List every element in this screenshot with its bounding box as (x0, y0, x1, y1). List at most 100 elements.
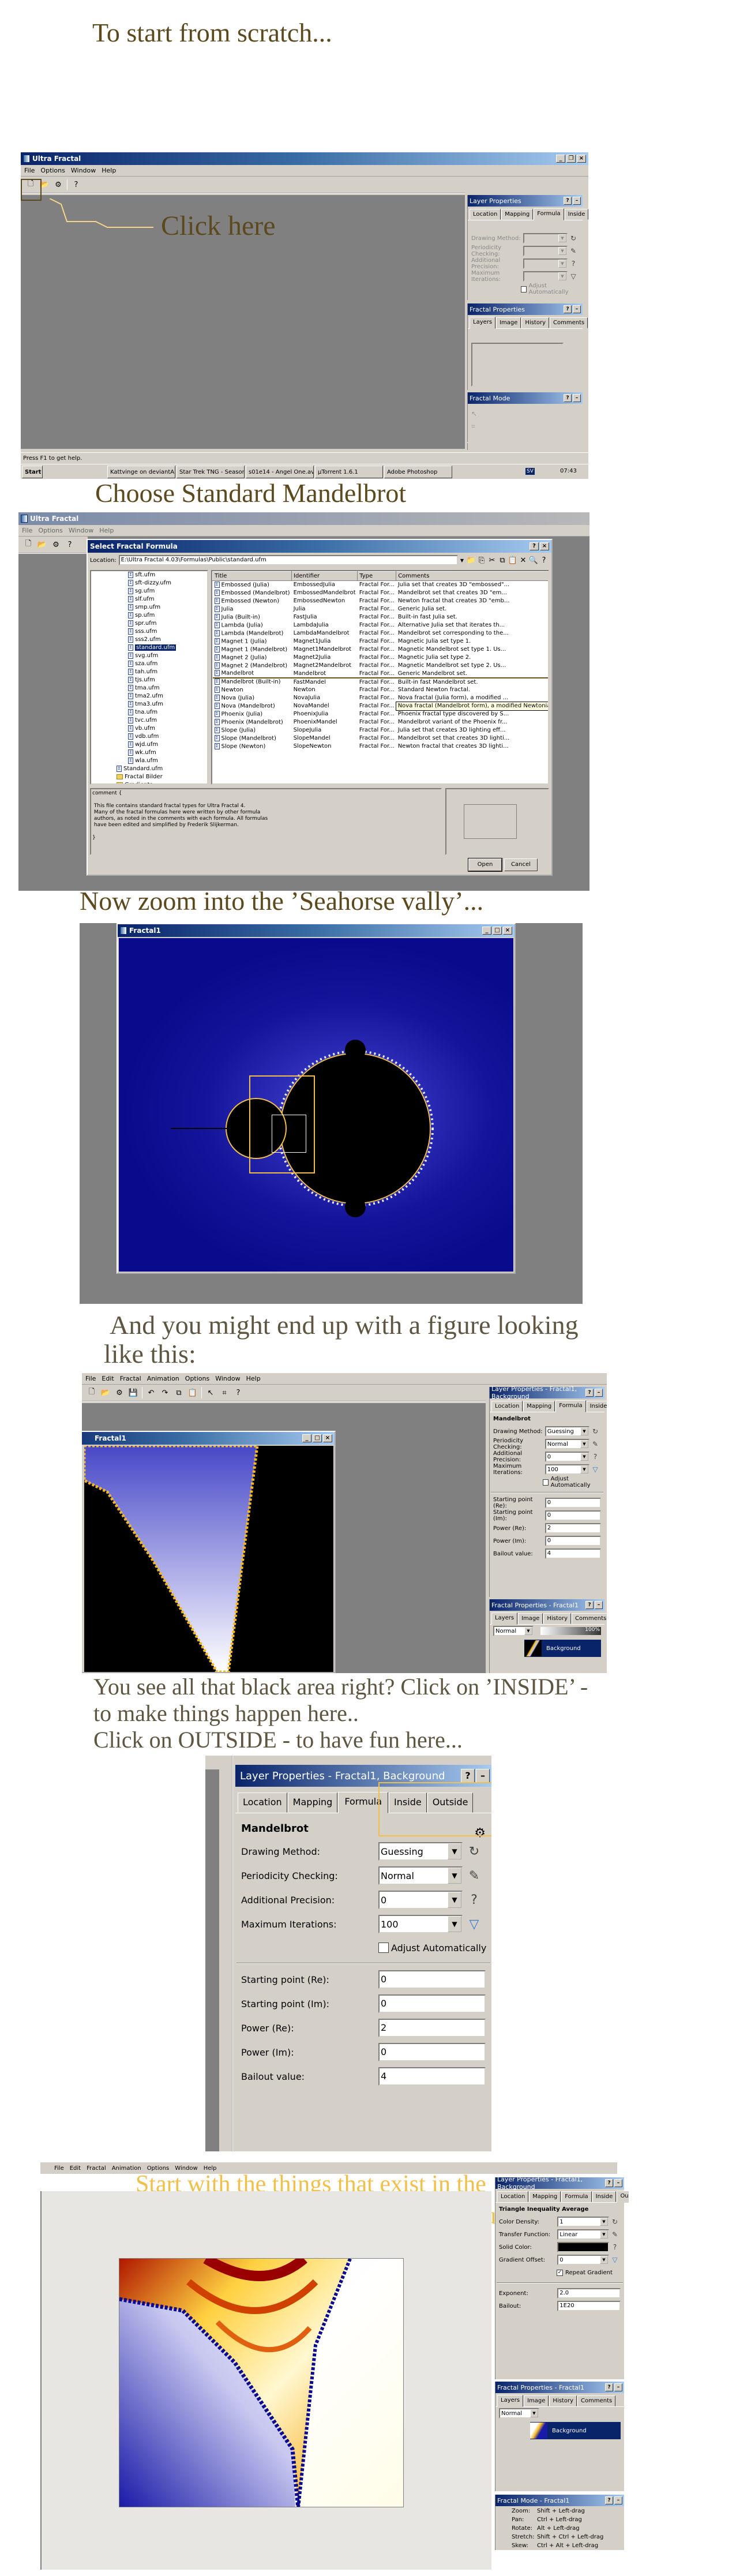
formula-row[interactable]: Σ Mandelbrot Mandelbrot Fractal For... Gener… (212, 670, 548, 678)
field-input[interactable]: 0 (378, 1994, 486, 2013)
formula-row[interactable]: Σ Nova (Julia) NovaJulia Fractal For... Nova… (213, 694, 549, 702)
tree-file-item[interactable]: Σsmp.ufm (128, 603, 207, 612)
field-select[interactable]: Normal ▼ (545, 1439, 589, 1449)
field-select[interactable]: 0 ▼ (545, 1452, 589, 1462)
help-icon[interactable]: ? (71, 179, 81, 190)
menu-window[interactable]: Window (71, 167, 96, 174)
formula-row[interactable]: Σ Magnet 2 (Mandelbrot) Magnet2Mandelbrot F… (213, 662, 549, 670)
field-select[interactable]: 100 ▼ (545, 1464, 589, 1475)
panel-minimize-button[interactable]: – (573, 394, 581, 402)
formula-row[interactable]: Σ Nova (Mandelbrot) NovaMandel Fractal For.… (213, 701, 548, 711)
tab-formula[interactable]: Formula (561, 2191, 592, 2202)
adjust-auto-checkbox[interactable] (521, 286, 527, 293)
layers-list[interactable] (471, 343, 564, 387)
task-utorrent[interactable]: µTorrent 1.6.1 (315, 466, 383, 478)
tab-inside[interactable]: Inside (586, 1401, 607, 1412)
field-input[interactable]: 2 (378, 2019, 486, 2037)
folder-tree[interactable]: Σsft.ufm Σsft-dizzy.ufm Σsg.ufm Σslf.ufm Σsm… (90, 570, 208, 785)
menu-help[interactable]: Help (204, 2165, 217, 2172)
tab-mapping[interactable]: Mapping (501, 209, 534, 220)
field-input[interactable]: 0 (378, 2043, 486, 2061)
panel-help-button[interactable]: ? (605, 2383, 613, 2391)
tree-file-item[interactable]: Σtna.ufm (128, 708, 207, 717)
panel-minimize-button[interactable]: – (614, 2179, 622, 2187)
panel-minimize-button[interactable]: – (595, 1389, 603, 1397)
field-input[interactable]: 4 (545, 1548, 601, 1559)
dropdown-arrow-icon[interactable]: ▼ (600, 2230, 608, 2238)
blend-mode-select[interactable]: Normal ▼ (499, 2408, 539, 2418)
new-fractal-icon[interactable]: 🗋 (23, 539, 33, 550)
tab-mapping[interactable]: Mapping (287, 1793, 338, 1813)
formula-row[interactable]: Σ Embossed (Julia) EmbossedJulia Fractal Fo… (213, 581, 549, 589)
formula-row[interactable]: Σ Embossed (Mandelbrot) EmbossedMandelbrot… (213, 589, 549, 597)
column-type[interactable]: Type (357, 571, 397, 581)
menu-help[interactable]: Help (99, 527, 114, 534)
tree-file-item[interactable]: Σtma.ufm (128, 684, 207, 692)
field-select[interactable]: 1 ▼ (557, 2217, 609, 2227)
tab-layers[interactable]: Layers (497, 2395, 524, 2407)
seahorse-canvas[interactable] (84, 1446, 333, 1672)
field-select[interactable]: 0 ▼ (557, 2255, 609, 2265)
tab-mapping[interactable]: Mapping (523, 1401, 555, 1412)
tree-file-item[interactable]: Σsp.ufm (128, 612, 207, 620)
layer-item-background[interactable]: Background (524, 1640, 601, 1657)
dropdown-arrow-icon[interactable]: ▼ (448, 1843, 461, 1859)
browse-icon[interactable]: ⚙ (53, 179, 63, 190)
dropdown-arrow-icon[interactable]: ▼ (448, 1892, 461, 1908)
field-input[interactable]: 1E20 (557, 2301, 621, 2311)
help-icon[interactable]: ? (463, 1893, 486, 1907)
formula-row[interactable]: Σ Slope (Newton) SlopeNewton Fractal For...… (213, 743, 549, 751)
panel-help-button[interactable]: ? (585, 1601, 594, 1609)
tab-image[interactable]: Image (496, 317, 521, 328)
panel-help-button[interactable]: ? (461, 1769, 475, 1783)
menu-options[interactable]: Options (38, 527, 62, 534)
field-input[interactable]: 2.0 (557, 2288, 621, 2298)
panel-minimize-button[interactable]: – (614, 2383, 622, 2391)
refresh-icon[interactable]: ↻ (589, 1427, 601, 1435)
copy-icon[interactable]: ⧉ (497, 555, 508, 565)
redo-icon[interactable]: ↷ (160, 1388, 170, 1398)
drawing-method-select[interactable]: ▼ (523, 233, 568, 243)
tree-file-item[interactable]: Σtjs.ufm (128, 676, 207, 684)
copy-icon[interactable]: ⧉ (174, 1388, 184, 1398)
copy-to-icon[interactable]: ⎘ (476, 555, 487, 565)
menu-options[interactable]: Options (185, 1375, 209, 1382)
menu-window[interactable]: Window (69, 527, 93, 534)
menu-file[interactable]: File (54, 2165, 64, 2172)
dropdown-arrow-icon[interactable]: ▼ (580, 1427, 588, 1435)
tab-layers[interactable]: Layers (491, 1613, 518, 1625)
panel-minimize-button[interactable]: – (573, 197, 581, 205)
formula-row[interactable]: Σ Phoenix (Mandelbrot) PhoenixMandel Fracta… (213, 718, 549, 726)
open-icon[interactable]: 📂 (37, 539, 47, 550)
maximize-button[interactable]: □ (313, 1434, 322, 1442)
tab-location[interactable]: Location (491, 1401, 523, 1412)
tab-history[interactable]: History (521, 317, 549, 328)
tree-file-item[interactable]: Σsft-dizzy.ufm (128, 579, 207, 587)
formula-row[interactable]: Σ Mandelbrot (Built-in) FastMandel Fractal … (213, 678, 549, 686)
panel-help-button[interactable]: ? (605, 2179, 613, 2187)
tree-file-item[interactable]: Σwjd.ufm (128, 741, 207, 749)
select-icon[interactable]: ↖ (205, 1388, 216, 1398)
tree-file-item[interactable]: Σtvc.ufm (128, 717, 207, 725)
formula-row[interactable]: Σ Magnet 2 (Julia) Magnet2Julia Fractal For… (213, 654, 549, 662)
dropdown-arrow-icon[interactable]: ▼ (448, 1868, 461, 1884)
task-firefox[interactable]: Kattvinge on deviantART... (107, 466, 175, 478)
tree-file-item[interactable]: Σsss2.ufm (128, 636, 207, 644)
zoom-inner-rectangle[interactable] (272, 1115, 306, 1153)
precision-select[interactable]: ▼ (523, 258, 568, 269)
formula-row[interactable]: Σ Lambda (Julia) LambdaJulia Fractal For...… (213, 621, 549, 629)
formula-row[interactable]: Σ Slope (Julia) SlopeJulia Fractal For... Ju… (213, 726, 549, 734)
expand-icon[interactable]: ▽ (609, 2256, 621, 2264)
refresh-icon[interactable]: ↻ (463, 1844, 486, 1859)
dialog-close-button[interactable]: × (540, 542, 549, 550)
formula-row[interactable]: Σ Magnet 1 (Julia) Magnet1Julia Fractal For… (213, 638, 549, 646)
question-icon[interactable]: ? (568, 260, 579, 268)
menu-fractal[interactable]: Fractal (120, 1375, 141, 1382)
dropdown-arrow-icon[interactable]: ▼ (580, 1440, 588, 1448)
task-startrek[interactable]: Star Trek TNG - Season 1 (177, 466, 245, 478)
panel-minimize-button[interactable]: – (476, 1769, 490, 1783)
formula-row[interactable]: Σ Slope (Mandelbrot) SlopeMandel Fractal Fo… (213, 734, 549, 743)
edit-icon[interactable]: ✎ (463, 1869, 486, 1883)
periodicity-select[interactable]: ▼ (523, 246, 568, 256)
tab-formula[interactable]: Formula (555, 1400, 586, 1412)
